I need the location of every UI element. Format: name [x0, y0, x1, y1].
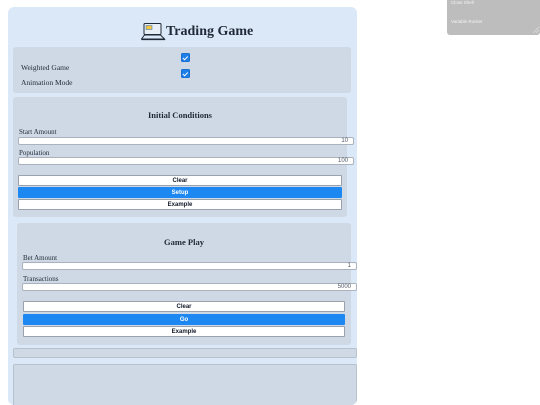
output-area — [13, 364, 357, 405]
floating-mini-panel: Close Shell Variable Rocket — [447, 0, 540, 35]
population-label: Population — [19, 149, 50, 157]
game-play-panel: Game Play Bet Amount 1 Transactions 5000… — [17, 223, 357, 345]
mini-panel-item[interactable]: Variable Rocket — [451, 19, 482, 24]
initial-conditions-panel: Initial Conditions Start Amount 10 Popul… — [13, 97, 354, 217]
trading-game-app: Trading Game Weighted Game Animation Mod… — [8, 7, 357, 405]
weighted-game-checkbox[interactable] — [181, 53, 190, 62]
transactions-input[interactable]: 5000 — [22, 283, 357, 291]
page-title: Trading Game — [166, 24, 254, 39]
setup-button[interactable]: Setup — [18, 187, 342, 198]
animation-mode-checkbox[interactable] — [181, 69, 190, 78]
monitor-icon — [141, 23, 166, 41]
bet-amount-input[interactable]: 1 — [22, 262, 357, 270]
go-button[interactable]: Go — [23, 314, 345, 325]
start-amount-input[interactable]: 10 — [18, 137, 354, 145]
animation-mode-label: Animation Mode — [21, 78, 73, 87]
start-amount-label: Start Amount — [19, 128, 57, 136]
transactions-label: Transactions — [23, 275, 59, 283]
bet-amount-label: Bet Amount — [23, 254, 58, 262]
population-input[interactable]: 100 — [18, 157, 354, 165]
status-bar — [13, 348, 357, 358]
example-button[interactable]: Example — [23, 326, 345, 337]
initial-conditions-title: Initial Conditions — [147, 110, 212, 120]
clear-button[interactable]: Clear — [23, 301, 345, 312]
example-button[interactable]: Example — [18, 199, 342, 210]
weighted-game-label: Weighted Game — [21, 63, 70, 72]
mini-panel-item[interactable]: Close Shell — [451, 0, 474, 5]
clear-button[interactable]: Clear — [18, 175, 342, 186]
resize-handle-icon[interactable] — [533, 27, 539, 33]
options-panel: Weighted Game Animation Mode — [13, 47, 351, 93]
game-play-title: Game Play — [164, 237, 204, 247]
